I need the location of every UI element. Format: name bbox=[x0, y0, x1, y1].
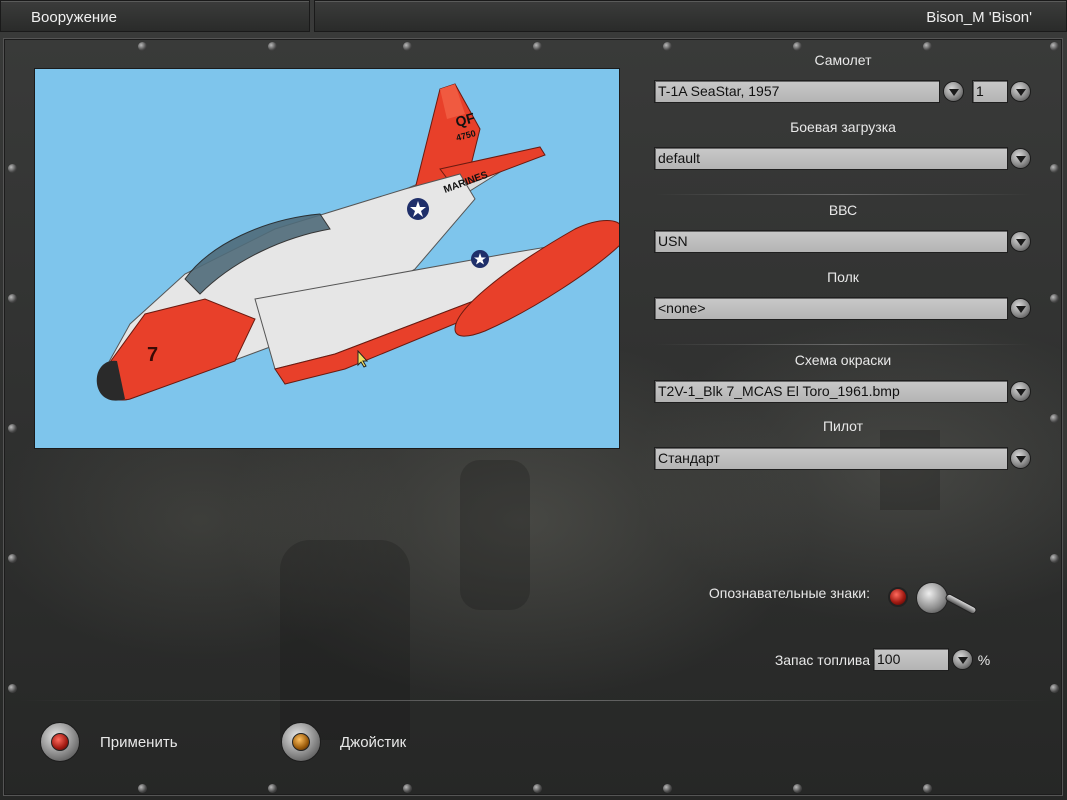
markings-label: Опознавательные знаки: bbox=[708, 585, 870, 601]
rivet-icon bbox=[138, 42, 147, 51]
window-title: Вооружение bbox=[31, 9, 117, 26]
aircraft-label: Самолет bbox=[814, 52, 872, 68]
airforce-dropdown-icon[interactable] bbox=[1010, 231, 1031, 252]
red-lamp-icon bbox=[51, 733, 69, 751]
loadout-dropdown-icon[interactable] bbox=[1010, 148, 1031, 169]
apply-button[interactable] bbox=[40, 722, 80, 762]
mouse-cursor-icon bbox=[357, 350, 369, 368]
rivet-icon bbox=[663, 42, 672, 51]
joystick-button[interactable] bbox=[281, 722, 321, 762]
rivet-icon bbox=[403, 42, 412, 51]
rivet-icon bbox=[8, 554, 17, 563]
rivet-icon bbox=[533, 784, 542, 793]
fuel-label: Запас топлива bbox=[774, 652, 870, 668]
divider bbox=[20, 700, 1050, 701]
rivet-icon bbox=[793, 784, 802, 793]
markings-toggle-switch[interactable] bbox=[914, 580, 984, 620]
rivet-icon bbox=[663, 784, 672, 793]
aircraft-count-dropdown-icon[interactable] bbox=[1010, 81, 1031, 102]
toggle-switch-icon bbox=[916, 582, 948, 614]
regiment-label: Полк bbox=[827, 269, 859, 285]
loadout-label: Боевая загрузка bbox=[790, 119, 896, 135]
title-bar-right: Bison_M 'Bison' bbox=[314, 0, 1067, 32]
loadout-select[interactable]: default bbox=[654, 147, 1008, 170]
rivet-icon bbox=[8, 424, 17, 433]
rivet-icon bbox=[793, 42, 802, 51]
rivet-icon bbox=[138, 784, 147, 793]
amber-lamp-icon bbox=[292, 733, 310, 751]
joystick-button-label[interactable]: Джойстик bbox=[340, 734, 406, 751]
pilot-label: Пилот bbox=[822, 418, 864, 434]
aircraft-preview[interactable]: QF 4750 MARINES 7 bbox=[34, 68, 620, 449]
rivet-icon bbox=[923, 784, 932, 793]
fuel-select[interactable]: 100 bbox=[873, 648, 949, 671]
apply-button-label[interactable]: Применить bbox=[100, 734, 178, 751]
pilot-select[interactable]: Стандарт bbox=[654, 447, 1008, 470]
regiment-dropdown-icon[interactable] bbox=[1010, 298, 1031, 319]
rivet-icon bbox=[1050, 294, 1059, 303]
title-bar-left: Вооружение bbox=[0, 0, 310, 32]
rivet-icon bbox=[923, 42, 932, 51]
aircraft-select[interactable]: T-1A SeaStar, 1957 bbox=[654, 80, 940, 103]
rivet-icon bbox=[1050, 684, 1059, 693]
fuel-unit: % bbox=[977, 652, 991, 668]
rivet-icon bbox=[1050, 164, 1059, 173]
fuel-dropdown-icon[interactable] bbox=[952, 649, 973, 670]
rivet-icon bbox=[8, 294, 17, 303]
paint-scheme-dropdown-icon[interactable] bbox=[1010, 381, 1031, 402]
rivet-icon bbox=[8, 164, 17, 173]
rivet-icon bbox=[403, 784, 412, 793]
paint-scheme-select[interactable]: T2V-1_Blk 7_MCAS El Toro_1961.bmp bbox=[654, 380, 1008, 403]
markings-indicator-lamp-icon bbox=[888, 587, 908, 607]
rivet-icon bbox=[1050, 554, 1059, 563]
airforce-select[interactable]: USN bbox=[654, 230, 1008, 253]
rivet-icon bbox=[268, 784, 277, 793]
title-bar: Вооружение Bison_M 'Bison' bbox=[0, 0, 1067, 34]
nose-number: 7 bbox=[147, 344, 158, 366]
pilot-dropdown-icon[interactable] bbox=[1010, 448, 1031, 469]
rivet-icon bbox=[1050, 414, 1059, 423]
aircraft-dropdown-icon[interactable] bbox=[943, 81, 964, 102]
aircraft-count-select[interactable]: 1 bbox=[972, 80, 1008, 103]
toggle-lever-icon bbox=[944, 592, 978, 616]
rivet-icon bbox=[533, 42, 542, 51]
divider bbox=[655, 344, 1031, 345]
rivet-icon bbox=[268, 42, 277, 51]
paint-scheme-label: Схема окраски bbox=[794, 352, 892, 368]
pilot-name: Bison_M 'Bison' bbox=[926, 9, 1032, 26]
aircraft-model-image: QF 4750 MARINES 7 bbox=[96, 83, 619, 401]
divider bbox=[655, 194, 1031, 195]
airforce-label: ВВС bbox=[828, 202, 858, 218]
regiment-select[interactable]: <none> bbox=[654, 297, 1008, 320]
rivet-icon bbox=[8, 684, 17, 693]
rivet-icon bbox=[1050, 42, 1059, 51]
